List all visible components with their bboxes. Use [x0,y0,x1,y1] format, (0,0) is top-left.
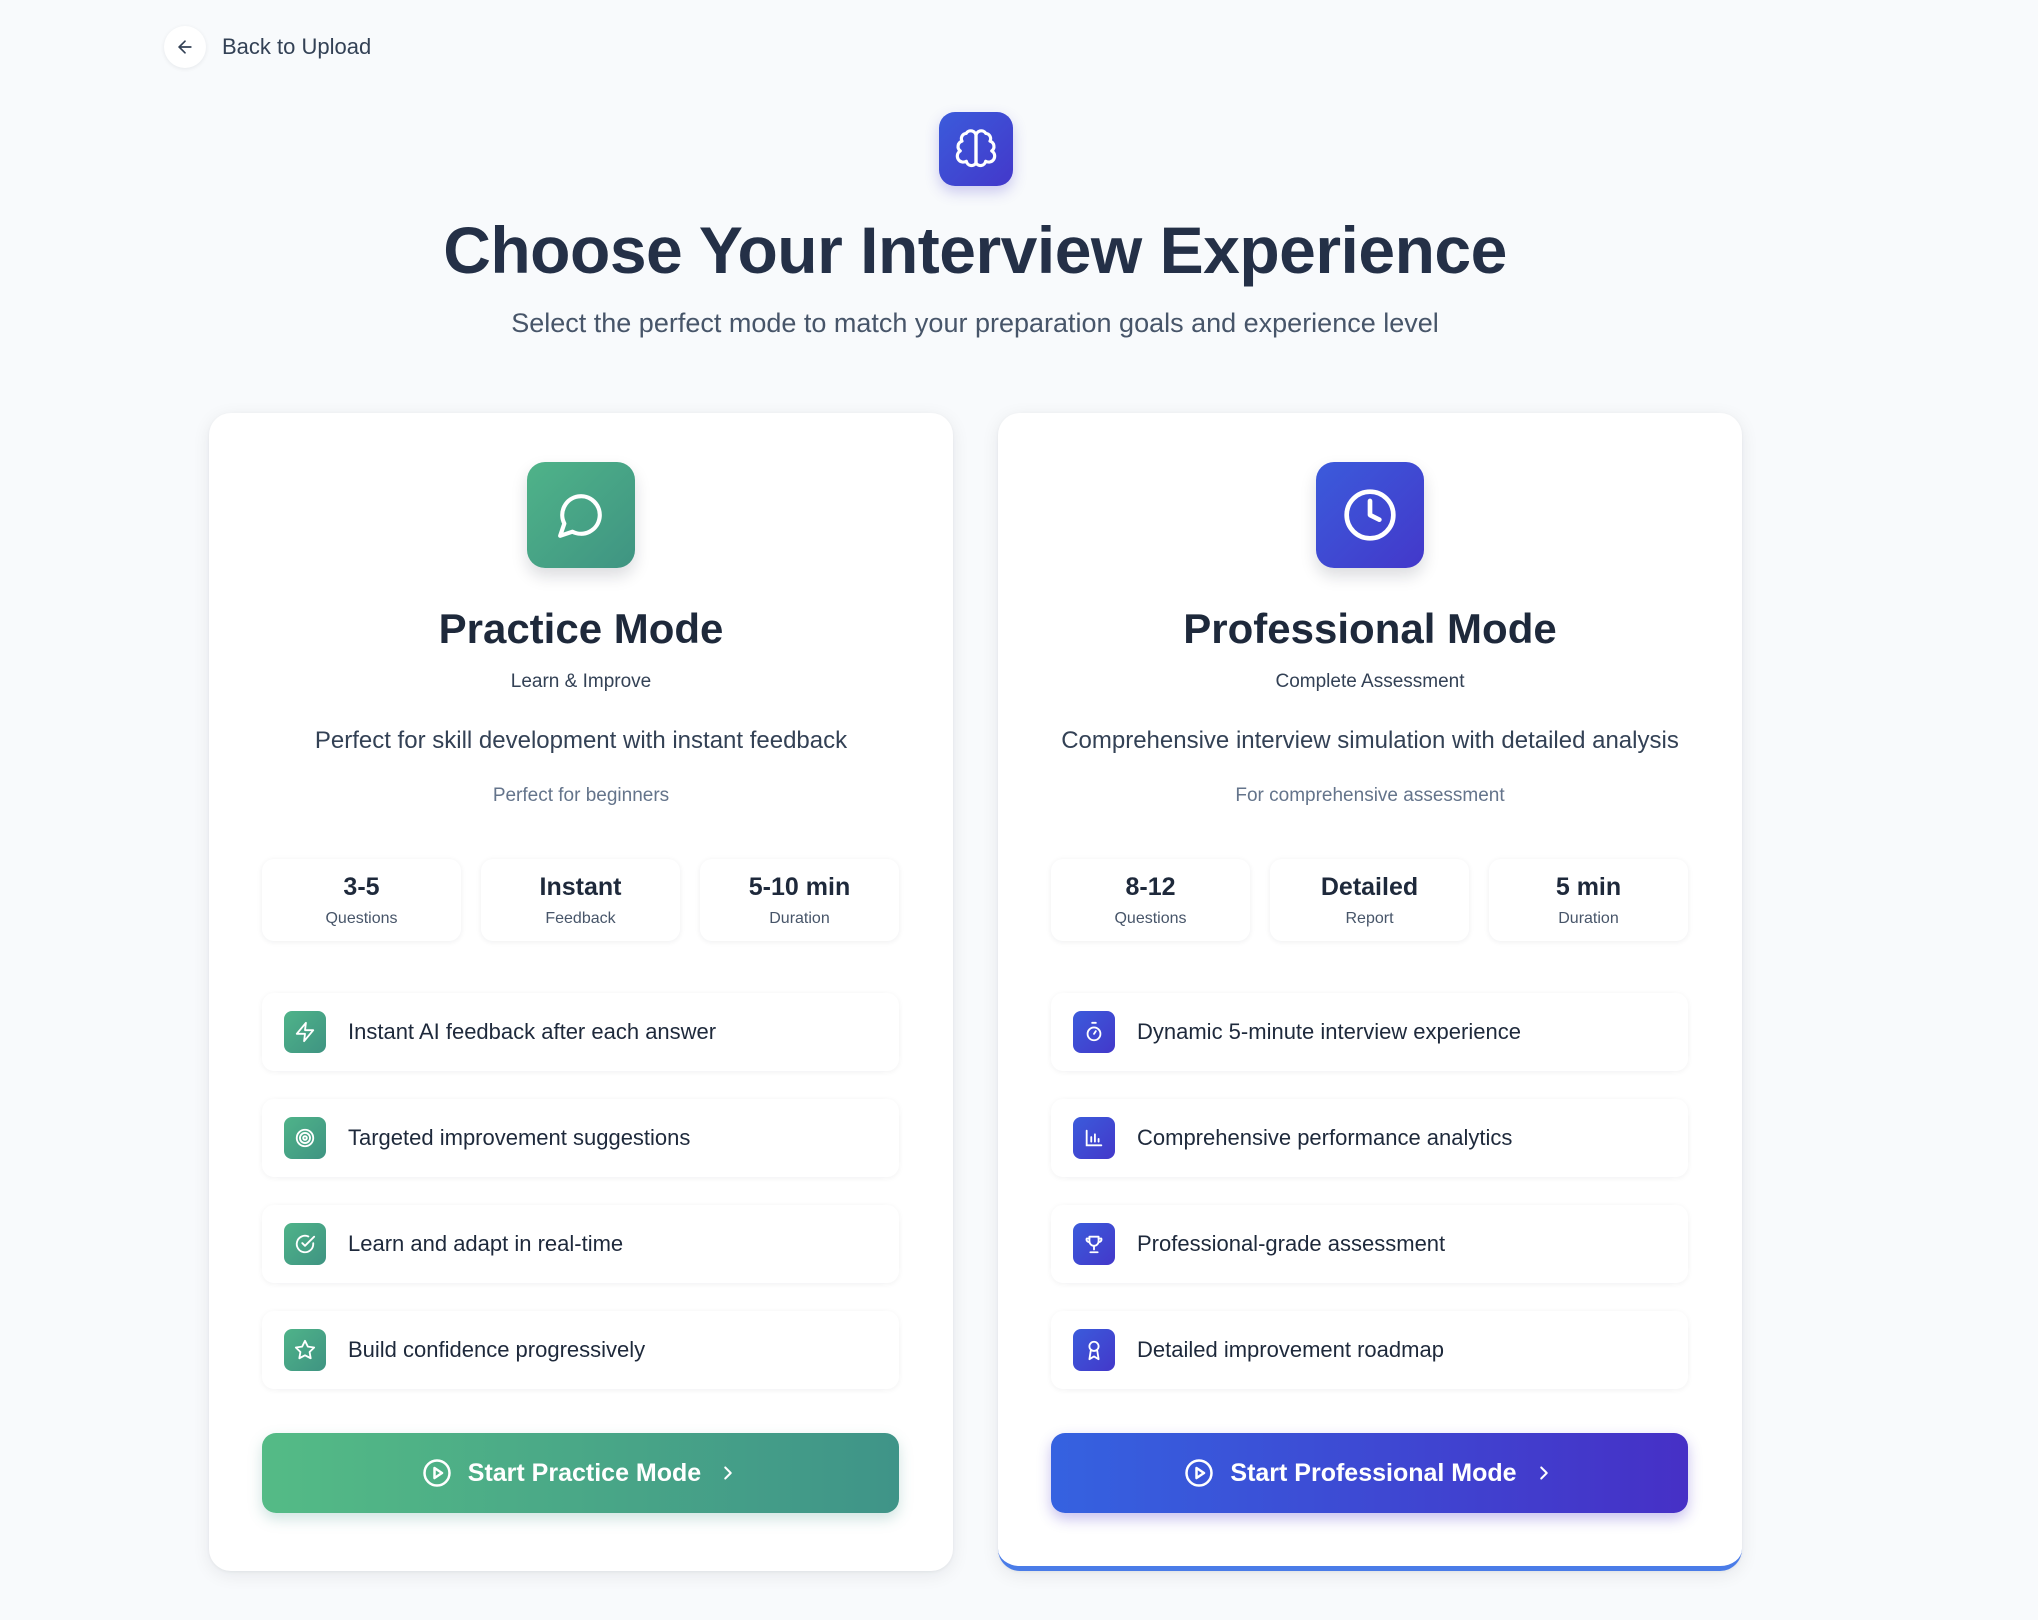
professional-mode-card[interactable]: Professional Mode Complete Assessment Co… [998,413,1742,1571]
feature-list: Dynamic 5-minute interview experience Co… [1051,993,1688,1417]
feature-icon-tile [284,1329,326,1371]
check-circle-icon [295,1234,316,1254]
stat-duration: 5 min Duration [1489,859,1688,941]
back-button[interactable] [164,26,206,68]
award-icon [1088,1340,1100,1361]
stat-report: Detailed Report [1270,859,1469,941]
feature-item: Targeted improvement suggestions [262,1099,899,1177]
chat-bubble-icon [558,494,602,538]
feature-icon-tile [1073,1329,1115,1371]
feature-icon-tile [1073,1117,1115,1159]
start-professional-mode-button[interactable]: Start Professional Mode [1051,1433,1688,1513]
feature-item: Professional-grade assessment [1051,1205,1688,1283]
feature-text: Targeted improvement suggestions [348,1125,691,1150]
stat-value: Instant [539,872,622,901]
stats-row: 8-12 Questions Detailed Report 5 min Dur… [1051,859,1688,941]
back-to-upload-link[interactable]: Back to Upload [164,26,371,68]
feature-item: Dynamic 5-minute interview experience [1051,993,1688,1071]
feature-text: Build confidence progressively [348,1337,646,1362]
mode-tagline: Learn & Improve [510,671,652,692]
star-icon [294,1339,316,1360]
brain-icon [955,129,997,168]
mode-description: Comprehensive interview simulation with … [1061,727,1679,754]
stats-row: 3-5 Questions Instant Feedback 5-10 min … [262,859,899,941]
stat-value: 8-12 [1125,872,1176,901]
button-label: Start Practice Mode [467,1458,702,1487]
feature-item: Instant AI feedback after each answer [262,993,899,1071]
feature-text: Professional-grade assessment [1137,1231,1446,1256]
clock-icon [1344,489,1396,541]
app-logo [939,112,1013,186]
stopwatch-icon [1086,1021,1102,1042]
stat-label: Report [1345,909,1394,927]
mode-audience: For comprehensive assessment [1235,785,1505,806]
chevron-right-icon [1539,1466,1548,1480]
button-label: Start Professional Mode [1230,1458,1517,1487]
target-icon [295,1128,315,1148]
mode-tagline: Complete Assessment [1275,671,1465,692]
stat-duration: 5-10 min Duration [700,859,899,941]
feature-icon-tile [284,1223,326,1265]
stat-label: Feedback [545,909,616,927]
chevron-right-icon [724,1466,732,1480]
feature-icon-tile [284,1011,326,1053]
feature-icon-tile [1073,1011,1115,1053]
lightning-icon [295,1021,315,1043]
feature-text: Instant AI feedback after each answer [348,1019,717,1044]
practice-mode-card[interactable]: Practice Mode Learn & Improve Perfect fo… [209,413,953,1571]
feature-list: Instant AI feedback after each answer Ta… [262,993,899,1417]
mode-description: Perfect for skill development with insta… [314,727,848,754]
stat-value: Detailed [1320,872,1419,901]
play-circle-icon [423,1459,451,1487]
stat-questions: 3-5 Questions [262,859,461,941]
arrow-left-icon [178,40,192,54]
stat-label: Questions [1114,909,1187,927]
feature-item: Detailed improvement roadmap [1051,1311,1688,1389]
feature-item: Build confidence progressively [262,1311,899,1389]
start-practice-mode-button[interactable]: Start Practice Mode [262,1433,899,1513]
stat-questions: 8-12 Questions [1051,859,1250,941]
page-title: Choose Your Interview Experience [443,213,1507,287]
stat-value: 3-5 [343,872,380,901]
play-circle-icon [1185,1459,1214,1487]
feature-icon-tile [284,1117,326,1159]
stat-value: 5-10 min [748,872,851,901]
professional-mode-icon-tile [1316,462,1424,568]
feature-text: Comprehensive performance analytics [1137,1125,1513,1150]
feature-item: Comprehensive performance analytics [1051,1099,1688,1177]
feature-text: Detailed improvement roadmap [1137,1337,1444,1362]
feature-text: Learn and adapt in real-time [348,1231,624,1256]
back-label[interactable]: Back to Upload [222,34,371,60]
stat-label: Questions [325,909,398,927]
practice-mode-icon-tile [527,462,635,568]
mode-audience: Perfect for beginners [492,785,670,806]
stat-feedback: Instant Feedback [481,859,680,941]
bar-chart-icon [1085,1129,1103,1147]
mode-title: Practice Mode [438,605,724,652]
feature-icon-tile [1073,1223,1115,1265]
page-subtitle: Select the perfect mode to match your pr… [511,308,1439,338]
stat-value: 5 min [1555,872,1622,901]
feature-text: Dynamic 5-minute interview experience [1137,1019,1521,1044]
stat-label: Duration [1558,909,1619,927]
stat-label: Duration [769,909,830,927]
trophy-icon [1085,1235,1103,1254]
mode-title: Professional Mode [1183,605,1557,652]
feature-item: Learn and adapt in real-time [262,1205,899,1283]
